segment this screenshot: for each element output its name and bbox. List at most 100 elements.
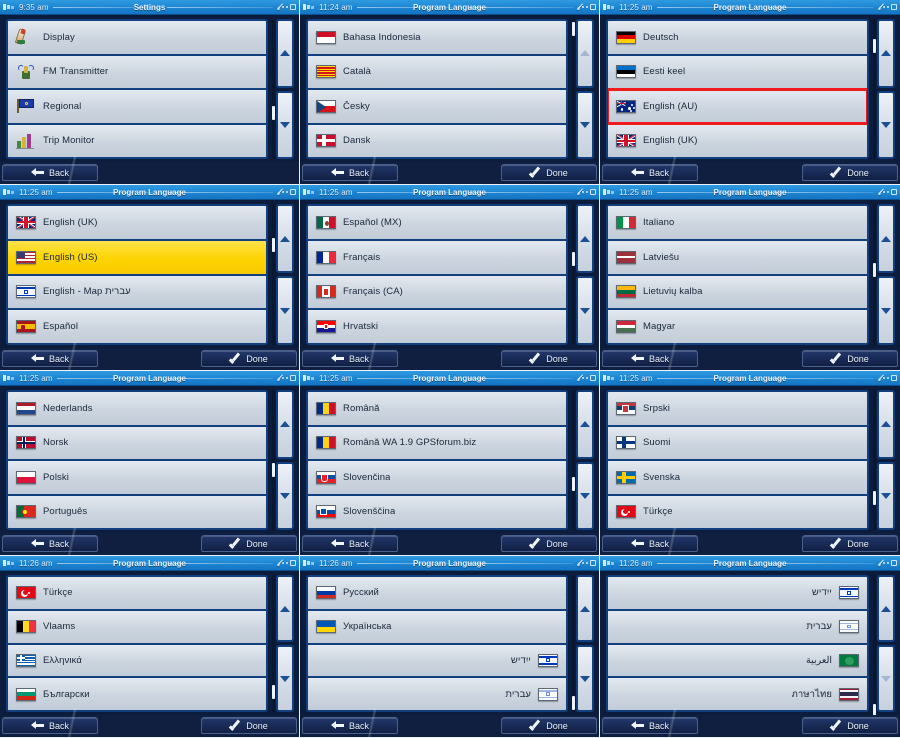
list-item[interactable]: FM Transmitter — [8, 55, 266, 90]
list-item[interactable]: English (US) — [8, 240, 266, 276]
list-item[interactable]: Ελληνικά — [8, 644, 266, 679]
scrollbar-thumb[interactable] — [572, 695, 575, 710]
back-button[interactable]: Back — [302, 350, 398, 367]
scrollbar[interactable] — [572, 204, 594, 345]
done-button[interactable]: Done — [802, 164, 898, 181]
list-item[interactable]: Česky — [308, 90, 566, 125]
list-item[interactable]: עברית — [608, 610, 867, 645]
list-item[interactable]: Trip Monitor — [8, 124, 266, 157]
done-button[interactable]: Done — [802, 717, 898, 734]
back-button[interactable]: Back — [302, 535, 398, 552]
list-item[interactable]: Magyar — [608, 310, 867, 343]
list-item[interactable]: Bahasa Indonesia — [308, 21, 566, 56]
scrollbar-track[interactable] — [873, 390, 876, 530]
list-item[interactable]: Vlaams — [8, 610, 266, 645]
list-item[interactable]: Eesti keel — [608, 55, 867, 90]
back-button[interactable]: Back — [2, 717, 98, 734]
list-item[interactable]: Italiano — [608, 206, 867, 241]
scrollbar[interactable] — [272, 19, 294, 159]
list-item[interactable]: Català — [308, 55, 566, 90]
scroll-down-button[interactable] — [877, 461, 895, 530]
list-item[interactable]: Latviešu — [608, 240, 867, 276]
scroll-down-button[interactable] — [276, 461, 294, 530]
back-button[interactable]: Back — [602, 164, 698, 181]
scrollbar-thumb[interactable] — [873, 38, 876, 53]
list-item[interactable]: Deutsch — [608, 21, 867, 56]
list-item[interactable]: Українська — [308, 610, 566, 645]
scrollbar-track[interactable] — [572, 204, 575, 345]
scrollbar[interactable] — [572, 390, 594, 530]
scroll-up-button[interactable] — [276, 575, 294, 642]
list-item[interactable]: Türkçe — [8, 577, 266, 611]
done-button[interactable]: Done — [201, 350, 297, 367]
scrollbar[interactable] — [272, 575, 294, 712]
list-item[interactable]: Norsk — [8, 426, 266, 461]
scrollbar[interactable] — [572, 575, 594, 712]
scrollbar[interactable] — [572, 19, 594, 159]
scroll-up-button[interactable] — [576, 19, 594, 88]
scroll-down-button[interactable] — [576, 645, 594, 712]
list-item[interactable]: Español (MX) — [308, 206, 566, 241]
list-item[interactable]: Suomi — [608, 426, 867, 461]
back-button[interactable]: Back — [602, 717, 698, 734]
back-button[interactable]: Back — [2, 164, 98, 181]
scroll-down-button[interactable] — [877, 90, 895, 159]
scroll-down-button[interactable] — [276, 645, 294, 712]
list-item[interactable]: Regional — [8, 90, 266, 125]
scrollbar-thumb[interactable] — [272, 462, 275, 477]
back-button[interactable]: Back — [302, 717, 398, 734]
scroll-down-button[interactable] — [576, 461, 594, 530]
list-item[interactable]: Hrvatski — [308, 310, 566, 343]
back-button[interactable]: Back — [2, 350, 98, 367]
list-item[interactable]: English (UK) — [8, 206, 266, 241]
scrollbar[interactable] — [272, 390, 294, 530]
scrollbar-track[interactable] — [272, 19, 275, 159]
list-item[interactable]: العربية — [608, 644, 867, 679]
scroll-up-button[interactable] — [276, 390, 294, 459]
list-item[interactable]: ייִדיש — [608, 577, 867, 611]
list-item[interactable]: Türkçe — [608, 495, 867, 528]
list-item[interactable]: Svenska — [608, 461, 867, 496]
list-item[interactable]: Русский — [308, 577, 566, 611]
done-button[interactable]: Done — [802, 535, 898, 552]
scrollbar-track[interactable] — [272, 390, 275, 530]
done-button[interactable]: Done — [501, 350, 597, 367]
scrollbar-thumb[interactable] — [572, 21, 575, 36]
scroll-up-button[interactable] — [276, 19, 294, 88]
done-button[interactable]: Done — [802, 350, 898, 367]
list-item[interactable]: Lietuvių kalba — [608, 275, 867, 311]
list-item[interactable]: Nederlands — [8, 392, 266, 427]
scroll-down-button[interactable] — [576, 276, 594, 345]
scrollbar[interactable] — [873, 204, 895, 345]
scroll-up-button[interactable] — [576, 575, 594, 642]
list-item[interactable]: Română WA 1.9 GPSforum.biz — [308, 426, 566, 461]
scrollbar[interactable] — [873, 19, 895, 159]
list-item[interactable]: Display — [8, 21, 266, 56]
scroll-down-button[interactable] — [276, 90, 294, 159]
scrollbar-track[interactable] — [572, 575, 575, 712]
scroll-up-button[interactable] — [877, 575, 895, 642]
scrollbar-thumb[interactable] — [873, 263, 876, 278]
scroll-up-button[interactable] — [576, 204, 594, 273]
scrollbar[interactable] — [873, 575, 895, 718]
list-item[interactable]: Български — [8, 678, 266, 710]
scrollbar-thumb[interactable] — [272, 237, 275, 252]
list-item[interactable]: ייִדיש — [308, 644, 566, 679]
list-item[interactable]: Español — [8, 310, 266, 343]
list-item[interactable]: English (AU) — [608, 88, 867, 125]
scroll-down-button[interactable] — [276, 276, 294, 345]
scrollbar-track[interactable] — [572, 390, 575, 530]
list-item[interactable]: Română — [308, 392, 566, 427]
done-button[interactable]: Done — [501, 717, 597, 734]
scrollbar-thumb[interactable] — [572, 476, 575, 491]
list-item[interactable]: Português — [8, 495, 266, 528]
scroll-up-button[interactable] — [877, 204, 895, 273]
scrollbar-track[interactable] — [272, 204, 275, 345]
list-item[interactable]: Français (CA) — [308, 275, 566, 311]
scroll-up-button[interactable] — [877, 19, 895, 88]
list-item[interactable]: English (UK) — [608, 124, 867, 157]
list-item[interactable]: ภาษาไทย — [608, 678, 867, 710]
scrollbar-track[interactable] — [572, 19, 575, 159]
list-item[interactable]: Slovenčina — [308, 461, 566, 496]
scroll-down-button[interactable] — [576, 90, 594, 159]
